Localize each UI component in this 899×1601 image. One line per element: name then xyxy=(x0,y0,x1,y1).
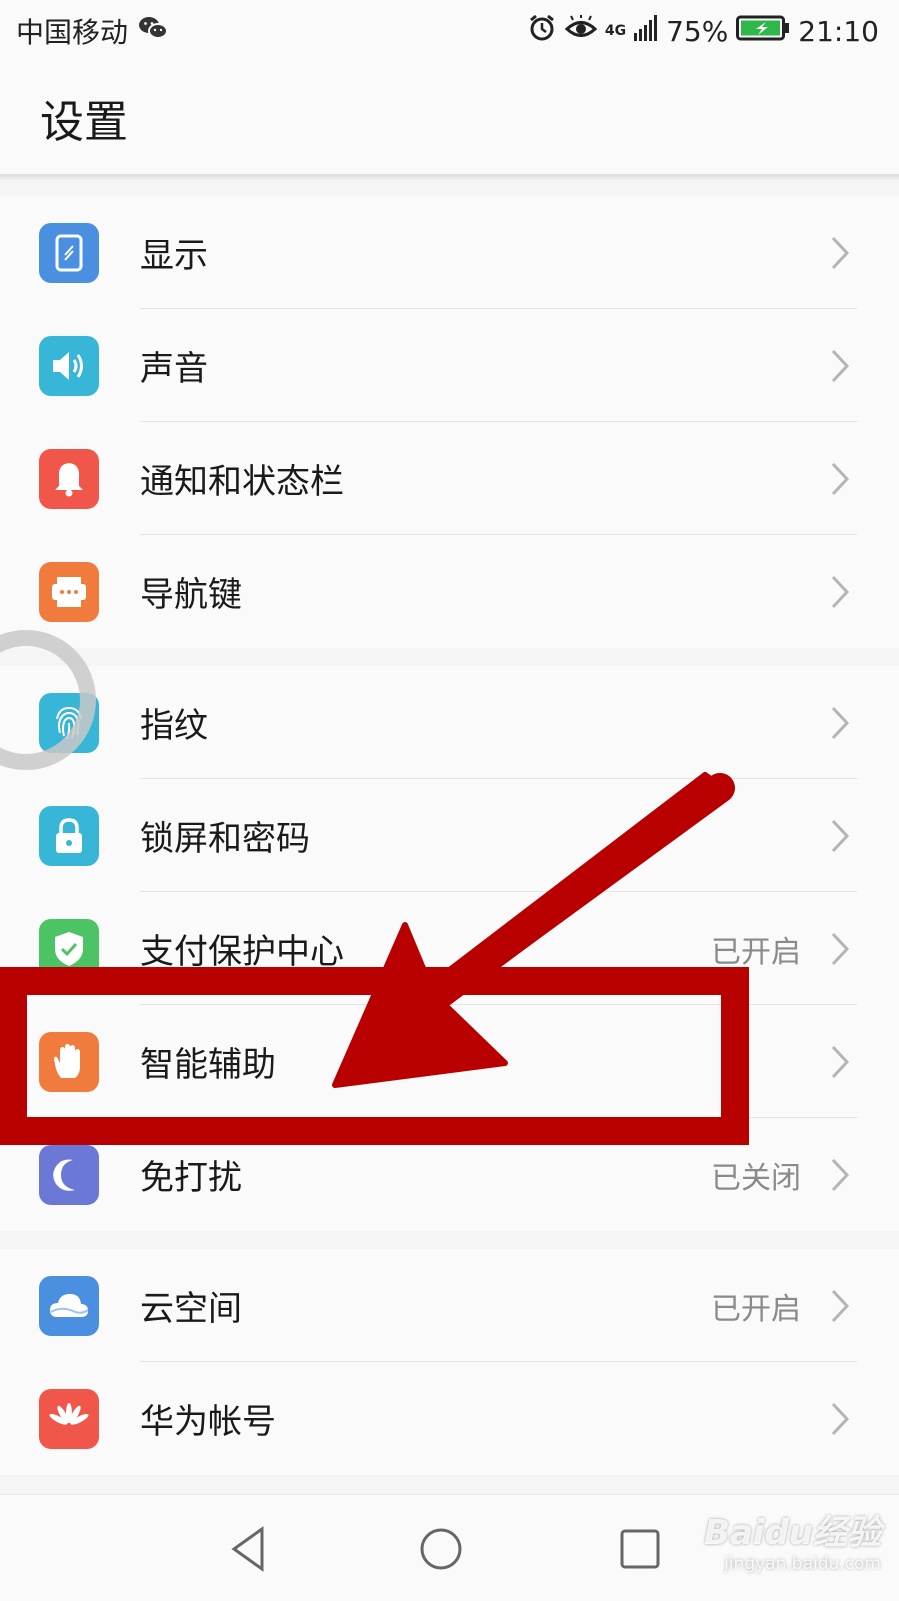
page-header: 设置 xyxy=(0,62,899,174)
settings-item-label: 云空间 xyxy=(140,1289,242,1329)
header-divider xyxy=(0,174,899,180)
settings-group-device: 显示 声音 通知和状态栏 导航键 xyxy=(0,196,899,648)
status-bar: 中国移动 4G 75% 21:10 xyxy=(0,0,899,62)
settings-item-label: 声音 xyxy=(140,349,208,389)
chevron-right-icon xyxy=(831,349,850,383)
bell-icon xyxy=(39,449,99,509)
chevron-right-icon xyxy=(831,1289,850,1323)
settings-item-cloud[interactable]: 云空间 已开启 xyxy=(0,1249,899,1362)
cloud-icon xyxy=(39,1276,99,1336)
network-type: 4G xyxy=(604,23,627,39)
settings-item-display[interactable]: 显示 xyxy=(0,196,899,309)
back-icon[interactable] xyxy=(222,1521,278,1577)
chevron-right-icon xyxy=(831,575,850,609)
settings-item-label: 智能辅助 xyxy=(140,1045,276,1085)
hand-icon xyxy=(39,1032,99,1092)
watermark: Baidu经验 jingyan.baidu.com xyxy=(704,1505,881,1574)
settings-group-account: 云空间 已开启 华为帐号 xyxy=(0,1249,899,1475)
chevron-right-icon xyxy=(831,1402,850,1436)
battery-icon xyxy=(736,15,790,48)
settings-item-label: 华为帐号 xyxy=(140,1402,276,1442)
moon-icon xyxy=(39,1145,99,1205)
settings-item-label: 通知和状态栏 xyxy=(140,462,344,502)
chevron-right-icon xyxy=(831,462,850,496)
settings-item-huawei-account[interactable]: 华为帐号 xyxy=(0,1362,899,1475)
watermark-logo: Baidu经验 xyxy=(703,1513,881,1553)
display-icon xyxy=(39,223,99,283)
wechat-icon xyxy=(138,15,169,48)
chevron-right-icon xyxy=(831,236,850,270)
lock-icon xyxy=(39,806,99,866)
eye-comfort-icon xyxy=(564,14,598,48)
settings-item-navigation-keys[interactable]: 导航键 xyxy=(0,535,899,648)
battery-percent: 75% xyxy=(666,14,729,48)
settings-item-label: 导航键 xyxy=(140,575,242,615)
chevron-right-icon xyxy=(831,1158,850,1192)
settings-item-sound[interactable]: 声音 xyxy=(0,309,899,422)
clock: 21:10 xyxy=(798,14,879,48)
chevron-right-icon xyxy=(831,819,850,853)
alarm-icon xyxy=(527,13,557,50)
chevron-right-icon xyxy=(831,932,850,966)
settings-item-label: 支付保护中心 xyxy=(140,932,344,972)
chevron-right-icon xyxy=(831,706,850,740)
watermark-url: jingyan.baidu.com xyxy=(724,1554,881,1574)
settings-item-fingerprint[interactable]: 指纹 xyxy=(0,666,899,779)
settings-item-label: 锁屏和密码 xyxy=(140,819,310,859)
settings-item-label: 显示 xyxy=(140,236,208,276)
settings-item-notifications[interactable]: 通知和状态栏 xyxy=(0,422,899,535)
settings-item-lock-screen[interactable]: 锁屏和密码 xyxy=(0,779,899,892)
sound-icon xyxy=(39,336,99,396)
huawei-logo-icon xyxy=(39,1389,99,1449)
settings-item-payment-protection[interactable]: 支付保护中心 已开启 xyxy=(0,892,899,1005)
page-title: 设置 xyxy=(40,97,128,148)
settings-item-label: 免打扰 xyxy=(140,1158,242,1198)
chevron-right-icon xyxy=(831,1045,850,1079)
recents-icon[interactable] xyxy=(612,1521,668,1577)
settings-item-status: 已开启 xyxy=(711,934,801,970)
settings-item-status: 已关闭 xyxy=(711,1160,801,1196)
settings-item-status: 已开启 xyxy=(711,1291,801,1327)
settings-group-security: 指纹 锁屏和密码 支付保护中心 已开启 智能辅助 免打扰 已关闭 xyxy=(0,666,899,1231)
signal-icon xyxy=(634,14,658,48)
settings-item-do-not-disturb[interactable]: 免打扰 已关闭 xyxy=(0,1118,899,1231)
settings-item-smart-assist[interactable]: 智能辅助 xyxy=(0,1005,899,1118)
shield-check-icon xyxy=(39,919,99,979)
navigation-key-icon xyxy=(39,562,99,622)
home-icon[interactable] xyxy=(413,1521,469,1577)
carrier-name: 中国移动 xyxy=(16,16,129,49)
settings-item-label: 指纹 xyxy=(140,706,208,746)
